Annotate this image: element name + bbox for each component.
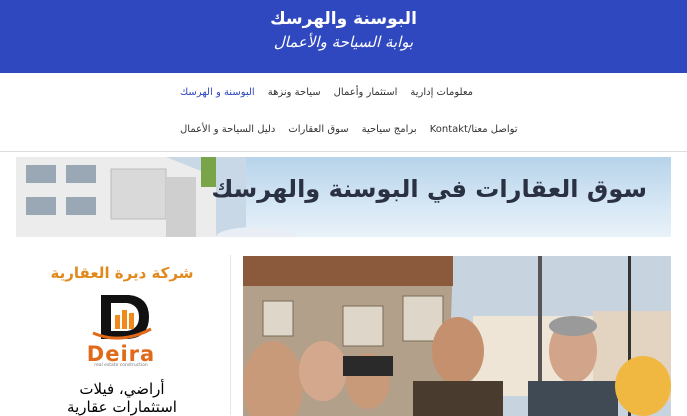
street-group-photo — [243, 256, 671, 416]
nav-item-contact[interactable]: تواصل معنا/Kontakt — [430, 124, 518, 135]
nav-row-primary: البوسنة و الهرسك سياحة ونزهة استثمار وأع… — [180, 87, 500, 98]
column-divider — [230, 255, 231, 415]
ad-company-name: شركة ديرة العقارية — [50, 264, 194, 282]
ad-text-line-1: أراضي، فيلات — [79, 380, 165, 398]
site-tagline: بوابة السياحة والأعمال — [273, 33, 414, 51]
site-header: البوسنة والهرسك بوابة السياحة والأعمال — [0, 0, 687, 73]
banner-title: سوق العقارات في البوسنة والهرسك — [211, 175, 647, 203]
deira-logo: Deira real estate construction — [71, 293, 171, 368]
nav-item-bosnia[interactable]: البوسنة و الهرسك — [180, 87, 255, 98]
ad-text-line-2: استثمارات عقارية — [67, 398, 177, 416]
main-navigation: البوسنة و الهرسك سياحة ونزهة استثمار وأع… — [0, 73, 687, 152]
nav-row-secondary: دليل السياحة و الأعمال سوق العقارات برام… — [180, 124, 518, 135]
nav-item-admin-info[interactable]: معلومات إدارية — [410, 87, 473, 98]
nav-item-tour-programs[interactable]: برامج سياحية — [362, 124, 417, 135]
sidebar-ad[interactable]: شركة ديرة العقارية Deira real estate con… — [16, 255, 228, 416]
featured-photo[interactable] — [243, 256, 671, 416]
real-estate-banner[interactable]: سوق العقارات في البوسنة والهرسك — [16, 157, 671, 237]
logo-subtitle: real estate construction — [94, 363, 148, 368]
site-title[interactable]: البوسنة والهرسك — [0, 9, 687, 29]
nav-item-business-guide[interactable]: دليل السياحة و الأعمال — [180, 124, 275, 135]
nav-item-tourism[interactable]: سياحة ونزهة — [268, 87, 321, 98]
nav-item-investment[interactable]: استثمار وأعمال — [334, 87, 398, 98]
nav-item-real-estate[interactable]: سوق العقارات — [288, 124, 348, 135]
